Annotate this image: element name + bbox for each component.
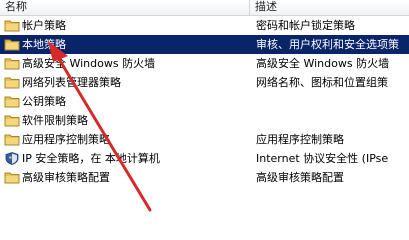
folder-icon [4, 38, 20, 51]
red-annotation-arrow-icon [48, 41, 152, 212]
